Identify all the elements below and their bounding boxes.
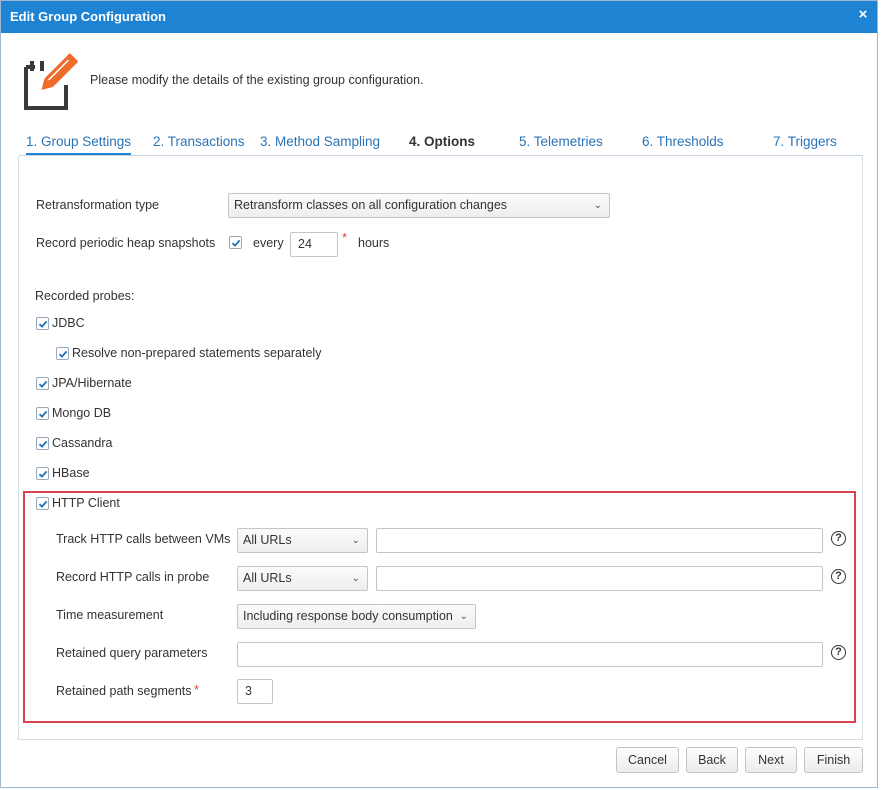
tab-telemetries[interactable]: 5. Telemetries: [519, 131, 603, 156]
recorded-probes-heading: Recorded probes:: [35, 289, 135, 303]
edit-group-configuration-dialog: Edit Group Configuration × Please modify…: [0, 0, 878, 788]
time-measurement-value: Including response body consumption: [243, 609, 453, 623]
check-icon: [38, 380, 48, 388]
heap-interval-input[interactable]: 24: [290, 232, 338, 257]
hbase-label: HBase: [52, 466, 90, 480]
track-http-calls-value: All URLs: [243, 533, 292, 547]
retransformation-type-label: Retransformation type: [36, 198, 159, 212]
retransformation-type-select[interactable]: Retransform classes on all configuration…: [228, 193, 610, 218]
chevron-down-icon: ⌄: [351, 535, 360, 546]
time-measurement-label: Time measurement: [56, 608, 164, 622]
jdbc-checkbox[interactable]: [36, 317, 49, 330]
jpa-hibernate-checkbox[interactable]: [36, 377, 49, 390]
dialog-titlebar: Edit Group Configuration ×: [1, 1, 877, 33]
check-icon: [38, 470, 48, 478]
time-measurement-select[interactable]: Including response body consumption ⌄: [237, 604, 476, 629]
cancel-button[interactable]: Cancel: [616, 747, 679, 773]
check-icon: [38, 500, 48, 508]
track-http-calls-select[interactable]: All URLs ⌄: [237, 528, 368, 553]
check-icon: [58, 350, 68, 358]
cassandra-label: Cassandra: [52, 436, 113, 450]
heap-snapshots-checkbox[interactable]: [229, 236, 242, 249]
help-icon[interactable]: ?: [831, 531, 846, 546]
cassandra-checkbox[interactable]: [36, 437, 49, 450]
finish-button[interactable]: Finish: [804, 747, 863, 773]
retained-query-parameters-label: Retained query parameters: [56, 646, 208, 660]
retained-path-segments-input[interactable]: 3: [237, 679, 273, 704]
track-http-calls-filter-input[interactable]: [376, 528, 823, 553]
tab-thresholds[interactable]: 6. Thresholds: [642, 131, 724, 156]
resolve-statements-checkbox[interactable]: [56, 347, 69, 360]
record-http-calls-label: Record HTTP calls in probe: [56, 570, 210, 584]
jpa-hibernate-label: JPA/Hibernate: [52, 376, 132, 390]
chevron-down-icon: ⌄: [593, 200, 602, 211]
next-button[interactable]: Next: [745, 747, 797, 773]
help-icon[interactable]: ?: [831, 569, 846, 584]
tab-triggers[interactable]: 7. Triggers: [773, 131, 837, 156]
required-asterisk: *: [342, 230, 348, 245]
record-http-calls-value: All URLs: [243, 571, 292, 585]
record-http-calls-filter-input[interactable]: [376, 566, 823, 591]
retained-path-segments-label: Retained path segments: [56, 684, 192, 698]
tab-transactions[interactable]: 2. Transactions: [153, 131, 245, 156]
help-icon[interactable]: ?: [831, 645, 846, 660]
check-icon: [38, 440, 48, 448]
http-client-checkbox[interactable]: [36, 497, 49, 510]
wizard-tabs: 1. Group Settings 2. Transactions 3. Met…: [19, 131, 863, 156]
heap-snapshots-label: Record periodic heap snapshots: [36, 236, 216, 250]
retransformation-type-value: Retransform classes on all configuration…: [234, 198, 508, 212]
hbase-checkbox[interactable]: [36, 467, 49, 480]
retained-query-parameters-input[interactable]: [237, 642, 823, 667]
record-http-calls-select[interactable]: All URLs ⌄: [237, 566, 368, 591]
close-icon[interactable]: ×: [856, 7, 870, 22]
check-icon: [38, 410, 48, 418]
check-icon: [38, 320, 48, 328]
tab-method-sampling[interactable]: 3. Method Sampling: [260, 131, 380, 156]
heap-hours-label: hours: [358, 236, 390, 250]
mongo-db-checkbox[interactable]: [36, 407, 49, 420]
chevron-down-icon: ⌄: [459, 611, 468, 622]
resolve-statements-label: Resolve non-prepared statements separate…: [72, 346, 322, 360]
back-button[interactable]: Back: [686, 747, 738, 773]
track-http-calls-label: Track HTTP calls between VMs: [56, 532, 231, 546]
check-icon: [231, 239, 241, 247]
jdbc-label: JDBC: [52, 316, 85, 330]
mongo-db-label: Mongo DB: [52, 406, 112, 420]
required-asterisk: *: [194, 682, 200, 697]
dialog-title: Edit Group Configuration: [10, 9, 166, 24]
header-instructions: Please modify the details of the existin…: [90, 73, 424, 87]
edit-document-icon: [24, 53, 78, 110]
heap-every-label: every: [253, 236, 284, 250]
chevron-down-icon: ⌄: [351, 573, 360, 584]
http-client-label: HTTP Client: [52, 496, 120, 510]
tab-options[interactable]: 4. Options: [409, 131, 475, 156]
tab-group-settings[interactable]: 1. Group Settings: [26, 131, 132, 156]
